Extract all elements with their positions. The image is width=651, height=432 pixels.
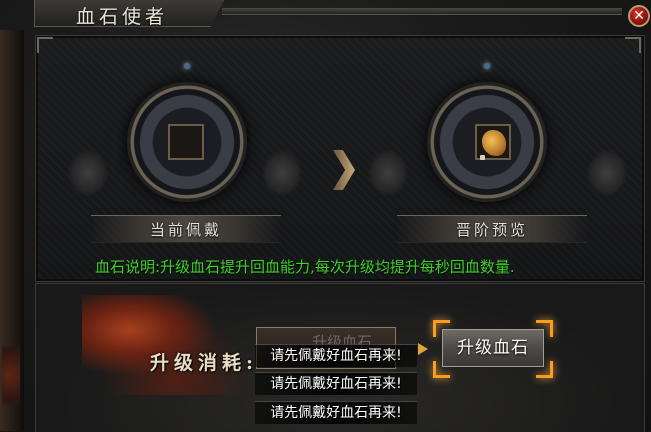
- current-equipped-slot[interactable]: [168, 124, 204, 160]
- upgrade-button[interactable]: 升级血石: [442, 329, 544, 367]
- dragon-ornament-right: [262, 150, 302, 196]
- game-window: 血石使者 ✕ 当前佩戴 晋阶预览 血石说明:升级血石提升回血能力,每次升级均提升…: [0, 0, 651, 432]
- title-bar-rail: [222, 8, 622, 15]
- ring-gem-icon: [484, 63, 490, 69]
- side-decoration: [0, 30, 24, 431]
- blood-stone-icon: [480, 130, 506, 160]
- current-label-plate: 当前佩戴: [91, 215, 281, 243]
- dragon-ornament-right: [587, 150, 627, 196]
- window-title: 血石使者: [76, 6, 169, 28]
- description-text: 血石说明:升级血石提升回血能力,每次升级均提升每秒回血数量.: [95, 258, 515, 276]
- ring-gem-icon: [184, 63, 190, 69]
- dragon-ornament-left: [68, 150, 108, 196]
- close-button[interactable]: ✕: [628, 5, 650, 27]
- preview-item-slot[interactable]: [475, 124, 511, 160]
- preview-label: 晋阶预览: [455, 221, 528, 239]
- corner-ornament: [625, 37, 641, 53]
- corner-ornament: [37, 37, 53, 53]
- cost-label: 升级消耗:: [150, 352, 259, 374]
- pointer-arrow-icon: [418, 343, 428, 355]
- toast-message: 请先佩戴好血石再来!: [255, 401, 417, 424]
- dragon-ornament-left: [368, 150, 408, 196]
- preview-label-plate: 晋阶预览: [397, 215, 587, 243]
- red-dragon-emblem: [82, 295, 252, 395]
- current-label: 当前佩戴: [149, 221, 222, 239]
- toast-message: 请先佩戴好血石再来!: [255, 372, 417, 395]
- toast-message: 请先佩戴好血石再来!: [255, 344, 417, 367]
